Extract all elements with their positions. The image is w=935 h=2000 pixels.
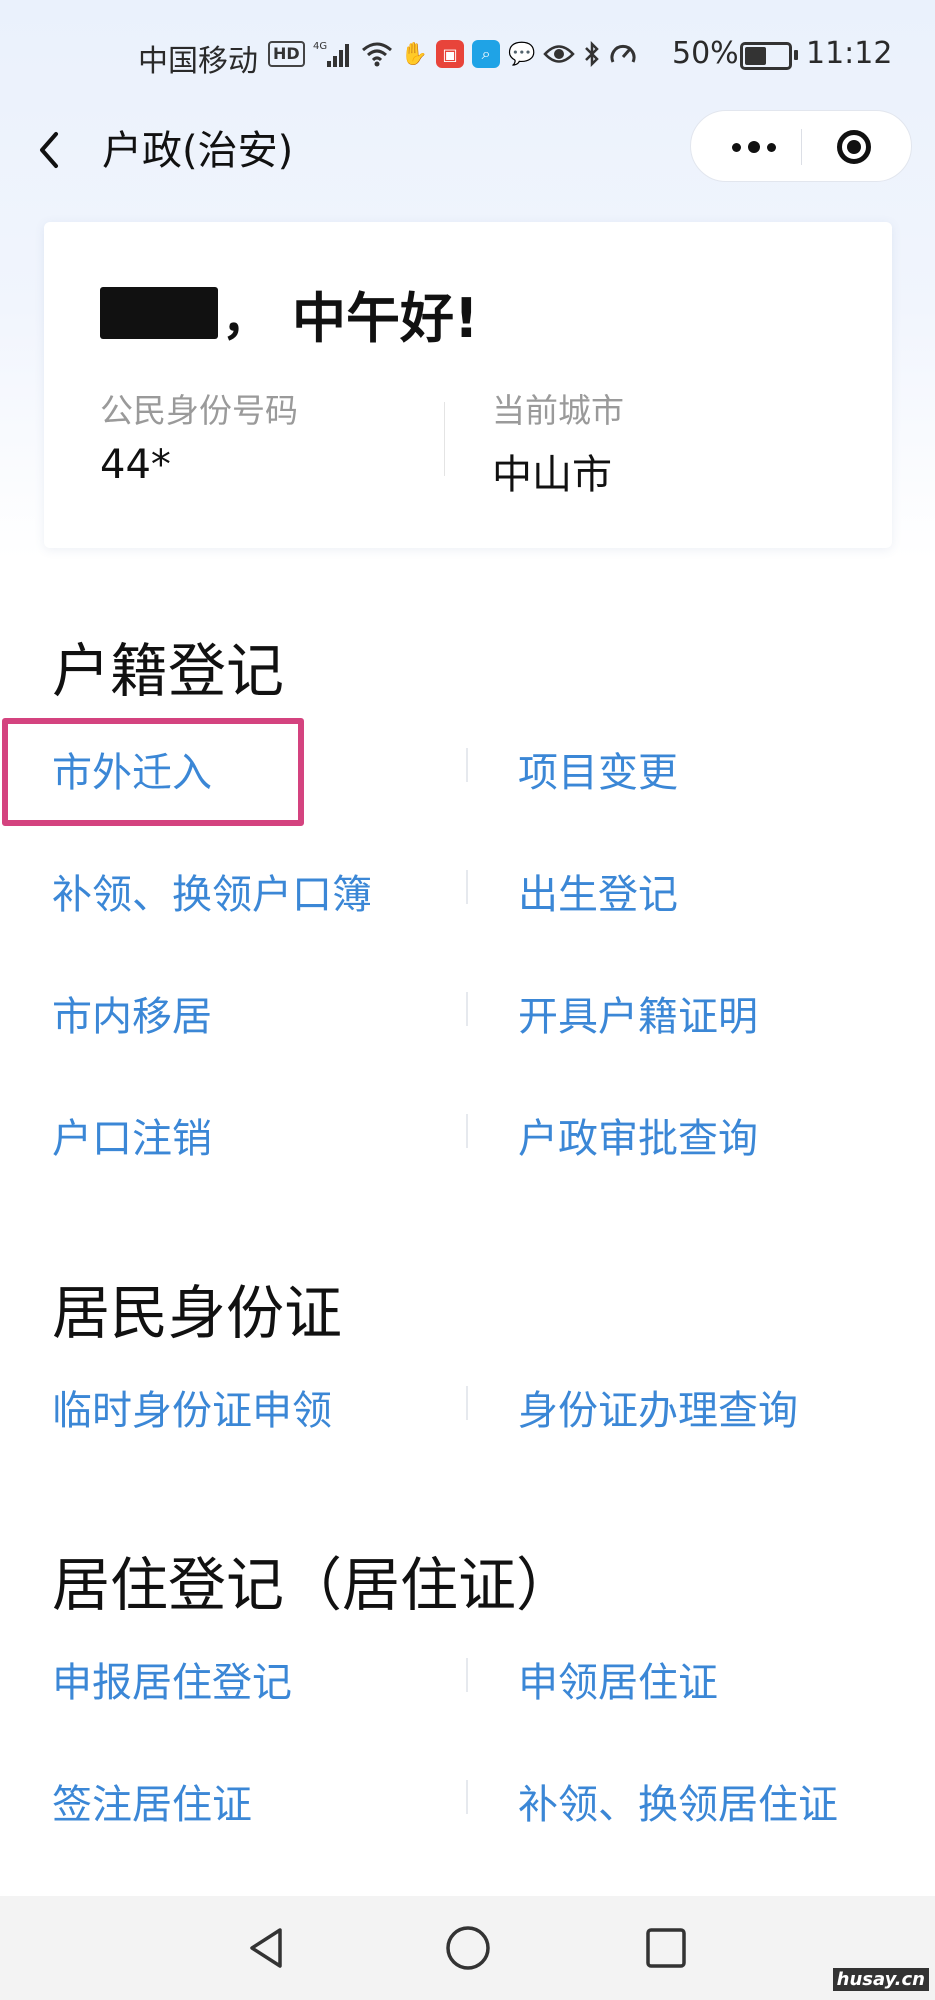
miniprogram-capsule	[690, 110, 912, 182]
nav-recents-button[interactable]	[636, 1922, 696, 1974]
column-divider	[466, 1780, 468, 1814]
service-link[interactable]: 补领、换领户口簿	[52, 862, 372, 920]
chat-icon: 💬	[508, 41, 536, 67]
battery-percent: 50%	[672, 36, 739, 71]
service-link[interactable]: 市外迁入	[52, 740, 212, 798]
current-city-label: 当前城市	[492, 391, 624, 430]
greeting-text: 中午好!	[292, 286, 479, 350]
section-title-household-registration: 户籍登记	[52, 637, 285, 705]
column-divider	[466, 1658, 468, 1692]
service-link[interactable]: 身份证办理查询	[518, 1378, 798, 1436]
square-recents-icon	[646, 1928, 686, 1968]
user-info-card: ， 中午好! 公民身份号码 44* 当前城市 中山市	[44, 222, 892, 548]
id-number-label: 公民身份号码	[100, 391, 298, 430]
nav-back-button[interactable]	[238, 1922, 298, 1974]
greeting-comma: ，	[222, 290, 271, 346]
service-link[interactable]: 市内移居	[52, 984, 212, 1042]
greeting: ， 中午好!	[100, 278, 479, 350]
column-divider	[466, 870, 468, 904]
battery-icon	[740, 42, 798, 70]
redacted-name	[100, 287, 218, 339]
service-link[interactable]: 临时身份证申领	[52, 1378, 332, 1436]
more-dot-icon	[748, 141, 760, 153]
speed-icon	[609, 39, 637, 69]
circle-home-icon	[446, 1926, 490, 1970]
svg-text:4G: 4G	[313, 41, 327, 52]
page-title: 户政(治安)	[102, 128, 294, 174]
info-divider	[444, 402, 445, 476]
section-title-resident-id: 居民身份证	[52, 1279, 343, 1347]
column-divider	[466, 992, 468, 1026]
service-link[interactable]: 户政审批查询	[518, 1106, 758, 1164]
more-dot-icon	[732, 142, 741, 152]
status-bar: 中国移动 HD 4G ✋ ▣ ⌕ 💬 50% 11:12	[0, 0, 935, 100]
nav-home-button[interactable]	[438, 1922, 498, 1974]
target-icon	[837, 130, 871, 164]
id-number-value: 44*	[100, 442, 171, 488]
search-app-icon: ⌕	[472, 40, 501, 68]
more-dot-icon	[767, 142, 776, 152]
close-miniprogram-button[interactable]	[809, 111, 899, 183]
service-link[interactable]: 出生登记	[518, 862, 678, 920]
service-link[interactable]: 开具户籍证明	[518, 984, 758, 1042]
status-icons: HD 4G ✋ ▣ ⌕ 💬	[268, 36, 637, 72]
section-title-residence-registration: 居住登记（居住证）	[52, 1551, 575, 1619]
column-divider	[466, 1114, 468, 1148]
current-city-value: 中山市	[492, 452, 612, 498]
wifi-icon	[361, 39, 393, 69]
capsule-divider	[801, 129, 802, 165]
service-link[interactable]: 户口注销	[52, 1106, 212, 1164]
more-button[interactable]	[709, 111, 799, 183]
battery-fill	[745, 47, 766, 65]
column-divider	[466, 1386, 468, 1420]
hand-icon: ✋	[400, 41, 429, 67]
eye-icon	[543, 39, 576, 69]
triangle-back-icon	[250, 1928, 282, 1968]
service-link[interactable]: 签注居住证	[52, 1772, 252, 1830]
service-link[interactable]: 补领、换领居住证	[518, 1772, 838, 1830]
hd-icon: HD	[268, 41, 305, 67]
column-divider	[466, 748, 468, 782]
chevron-left-icon	[40, 132, 58, 168]
service-link[interactable]: 申报居住登记	[52, 1650, 292, 1708]
carrier-label: 中国移动	[138, 44, 258, 79]
signal-icon: 4G	[313, 39, 353, 69]
service-link[interactable]: 项目变更	[518, 740, 678, 798]
back-button[interactable]	[30, 120, 70, 180]
bluetooth-icon	[583, 39, 601, 69]
watermark: husay.cn	[832, 1968, 929, 1991]
book-app-icon: ▣	[436, 40, 465, 68]
service-link[interactable]: 申领居住证	[518, 1650, 718, 1708]
clock: 11:12	[806, 36, 893, 71]
